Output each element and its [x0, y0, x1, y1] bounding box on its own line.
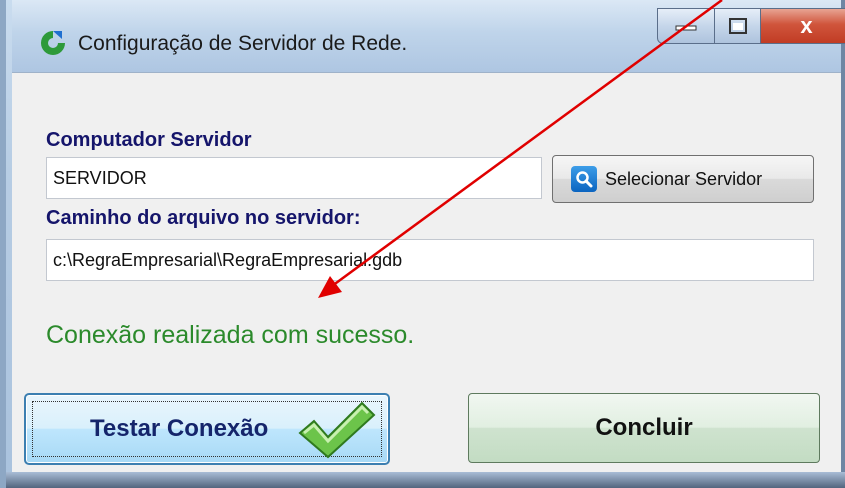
dialog-body: Computador Servidor SERVIDOR Selecionar … — [12, 72, 841, 472]
server-input[interactable]: SERVIDOR — [46, 157, 542, 199]
finish-button[interactable]: Concluir — [468, 393, 820, 463]
minimize-button[interactable] — [657, 8, 715, 44]
select-server-label: Selecionar Servidor — [605, 168, 763, 189]
close-button[interactable]: x — [761, 8, 845, 44]
dialog-window: Configuração de Servidor de Rede. x Comp… — [0, 0, 845, 488]
window-controls: x — [657, 8, 845, 44]
maximize-button[interactable] — [715, 8, 761, 44]
checkmark-icon — [298, 401, 376, 459]
minimize-icon — [675, 25, 697, 31]
window-bottom-border — [6, 472, 845, 488]
title-bar[interactable]: Configuração de Servidor de Rede. x — [12, 0, 845, 72]
status-message: Conexão realizada com sucesso. — [46, 321, 415, 349]
test-connection-button[interactable]: Testar Conexão — [24, 393, 390, 465]
select-server-button[interactable]: Selecionar Servidor — [552, 155, 814, 203]
path-label: Caminho do arquivo no servidor: — [46, 207, 361, 229]
maximize-icon — [728, 18, 747, 34]
search-icon — [571, 166, 597, 192]
server-label: Computador Servidor — [46, 129, 252, 151]
app-icon — [41, 31, 65, 55]
close-icon: x — [800, 13, 813, 38]
finish-label: Concluir — [595, 414, 693, 441]
window-title: Configuração de Servidor de Rede. — [78, 32, 408, 55]
path-input[interactable]: c:\RegraEmpresarial\RegraEmpresarial.gdb — [46, 239, 814, 281]
